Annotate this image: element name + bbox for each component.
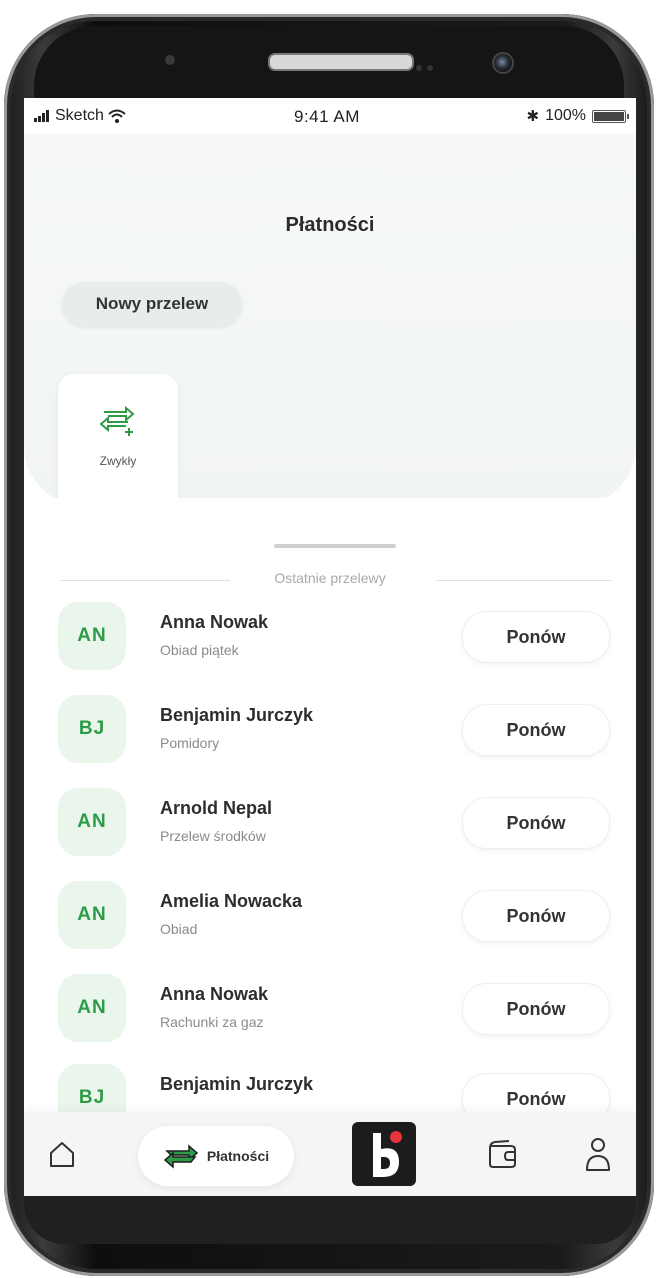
payments-header-area: Płatności Nowy przelew Zwykły — [24, 134, 636, 518]
battery-icon — [592, 109, 629, 123]
transfer-arrows-plus-icon — [99, 405, 135, 436]
repeat-transfer-button[interactable]: Ponów — [462, 704, 610, 756]
app-screen: Sketch 9:41 AM ✱ 100% Płatności Nowy prz… — [24, 98, 636, 1196]
repeat-transfer-button[interactable]: Ponów — [462, 797, 610, 849]
recipient-name: Amelia Nowacka — [160, 891, 303, 911]
tab-brand[interactable] — [352, 1122, 416, 1186]
transfer-title: Obiad piątek — [160, 642, 239, 658]
proximity-sensor — [165, 55, 175, 65]
tab-payments-label: Płatności — [206, 1148, 270, 1164]
transfer-title: Pomidory — [160, 735, 220, 751]
repeat-transfer-button[interactable]: Ponów — [462, 890, 610, 942]
transfer-title: Przelew środków — [160, 828, 266, 844]
recent-transfer-row: AN Amelia Nowacka Obiad Ponów — [24, 881, 636, 971]
recent-transfer-row: BJ Benjamin Jurczyk Pomidory Ponów — [24, 695, 636, 785]
carrier-name: Sketch — [55, 107, 104, 124]
transfer-title: Rachunki za gaz — [160, 1014, 264, 1030]
speaker-dots — [416, 58, 438, 76]
home-icon — [50, 1142, 74, 1167]
page-title: Płatności — [285, 214, 375, 236]
tab-payments[interactable]: Płatności — [138, 1126, 294, 1186]
sheet-drag-handle[interactable] — [274, 544, 396, 548]
repeat-transfer-button[interactable]: Ponów — [462, 983, 610, 1035]
tab-home[interactable] — [44, 1136, 80, 1172]
recipient-name: Anna Nowak — [160, 984, 269, 1004]
transfer-type-tile-regular[interactable]: Zwykły — [58, 374, 178, 518]
avatar: AN — [58, 788, 126, 856]
battery-percent: 100% — [545, 107, 586, 124]
avatar: AN — [58, 881, 126, 949]
recipient-name: Anna Nowak — [160, 612, 269, 632]
front-camera — [492, 52, 514, 74]
new-transfer-chip[interactable]: Nowy przelew — [62, 282, 242, 326]
signal-icon — [34, 110, 49, 122]
transfer-type-label: Zwykły — [99, 454, 137, 468]
tab-wallet[interactable] — [484, 1136, 524, 1172]
tab-profile[interactable] — [580, 1132, 616, 1176]
status-time: 9:41 AM — [294, 107, 360, 126]
recent-transfers-sheet: Ostatnie przelewy AN Anna Nowak Obiad pi… — [24, 498, 636, 1132]
wallet-icon — [489, 1140, 516, 1168]
phone-bottom-bezel — [24, 1196, 636, 1244]
recipient-name: Benjamin Jurczyk — [160, 705, 314, 725]
avatar: AN — [58, 974, 126, 1042]
bluetooth-icon: ✱ — [526, 108, 540, 125]
recipient-name: Benjamin Jurczyk — [160, 1074, 314, 1094]
recent-transfer-row: AN Anna Nowak Rachunki za gaz Ponów — [24, 974, 636, 1064]
user-icon — [586, 1138, 610, 1171]
avatar: BJ — [58, 695, 126, 763]
recipient-name: Arnold Nepal — [160, 798, 273, 818]
speaker-grille — [268, 53, 414, 71]
repeat-transfer-button[interactable]: Ponów — [462, 611, 610, 663]
recent-transfers-title: Ostatnie przelewy — [274, 570, 386, 586]
transfer-title: Obiad — [160, 921, 198, 937]
transfer-arrows-icon — [163, 1144, 199, 1169]
brand-logo-icon — [373, 1131, 402, 1177]
status-bar: Sketch 9:41 AM ✱ 100% — [24, 98, 636, 134]
bottom-tab-bar: Płatności — [24, 1112, 636, 1196]
wifi-icon — [108, 109, 126, 123]
avatar: AN — [58, 602, 126, 670]
recent-transfer-row: AN Arnold Nepal Przelew środków Ponów — [24, 788, 636, 878]
recent-transfer-row: AN Anna Nowak Obiad piątek Ponów — [24, 602, 636, 692]
